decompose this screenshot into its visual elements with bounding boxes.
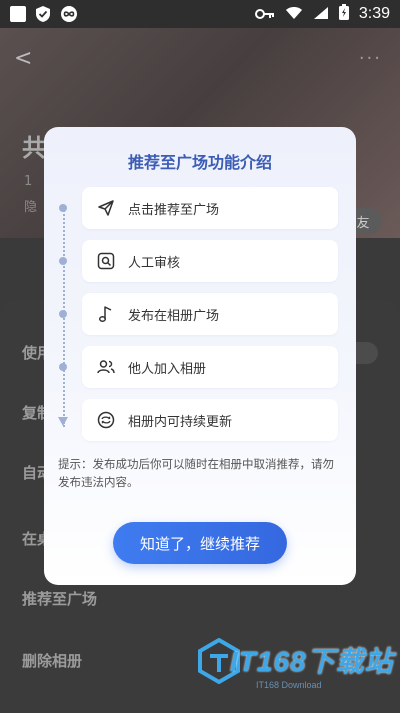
timeline-dot bbox=[59, 257, 67, 265]
album-title: 共 bbox=[22, 134, 46, 162]
album-count: 1 bbox=[24, 174, 33, 189]
dialog-title: 推荐至广场功能介绍 bbox=[127, 153, 272, 172]
step-recommend: 点击推荐至广场 bbox=[82, 187, 338, 229]
signal-icon bbox=[313, 5, 329, 24]
send-icon bbox=[96, 198, 116, 218]
recommend-intro-dialog: 推荐至广场功能介绍 点击推荐至广场 人工审核 发布在相册广场 他人加入相册 相册… bbox=[44, 127, 356, 585]
step-review: 人工审核 bbox=[82, 240, 338, 282]
step-join: 他人加入相册 bbox=[82, 346, 338, 388]
music-note-icon bbox=[96, 304, 116, 324]
step-label: 人工审核 bbox=[128, 255, 181, 271]
confirm-button[interactable]: 知道了，继续推荐 bbox=[113, 522, 287, 564]
timeline-dot bbox=[59, 310, 67, 318]
more-icon[interactable]: ··· bbox=[359, 48, 382, 69]
watermark: IT168下载站 IT168 Download bbox=[196, 632, 396, 702]
step-label: 他人加入相册 bbox=[128, 361, 207, 377]
shield-check-icon bbox=[34, 5, 52, 23]
timeline-dot bbox=[59, 363, 67, 371]
vpn-icon bbox=[60, 5, 78, 23]
sheet-item-recommend[interactable]: 推荐至广场 bbox=[22, 588, 97, 609]
key-icon bbox=[254, 5, 275, 24]
review-icon bbox=[96, 251, 116, 271]
step-label: 点击推荐至广场 bbox=[128, 202, 220, 218]
users-icon bbox=[96, 357, 116, 377]
step-publish: 发布在相册广场 bbox=[82, 293, 338, 335]
step-label: 发布在相册广场 bbox=[128, 308, 220, 324]
sheet-item-delete[interactable]: 删除相册 bbox=[22, 650, 82, 671]
status-bar: 3:39 bbox=[0, 0, 400, 28]
wifi-icon bbox=[285, 5, 303, 24]
step-label: 相册内可持续更新 bbox=[128, 414, 233, 430]
watermark-text: IT168下载站 bbox=[230, 646, 394, 677]
tip-text: 提示：发布成功后你可以随时在相册中取消推荐，请勿发布违法内容。 bbox=[58, 457, 334, 489]
battery-icon bbox=[338, 4, 349, 24]
back-icon[interactable]: < bbox=[14, 46, 32, 71]
watermark-subtext: IT168 Download bbox=[256, 680, 322, 690]
timeline-arrow-icon bbox=[58, 417, 68, 426]
notification-icon bbox=[10, 6, 26, 22]
album-privacy: 隐 bbox=[24, 200, 38, 215]
timeline-dot bbox=[59, 204, 67, 212]
step-update: 相册内可持续更新 bbox=[82, 399, 338, 441]
clock: 3:39 bbox=[358, 5, 390, 22]
refresh-icon bbox=[96, 410, 116, 430]
